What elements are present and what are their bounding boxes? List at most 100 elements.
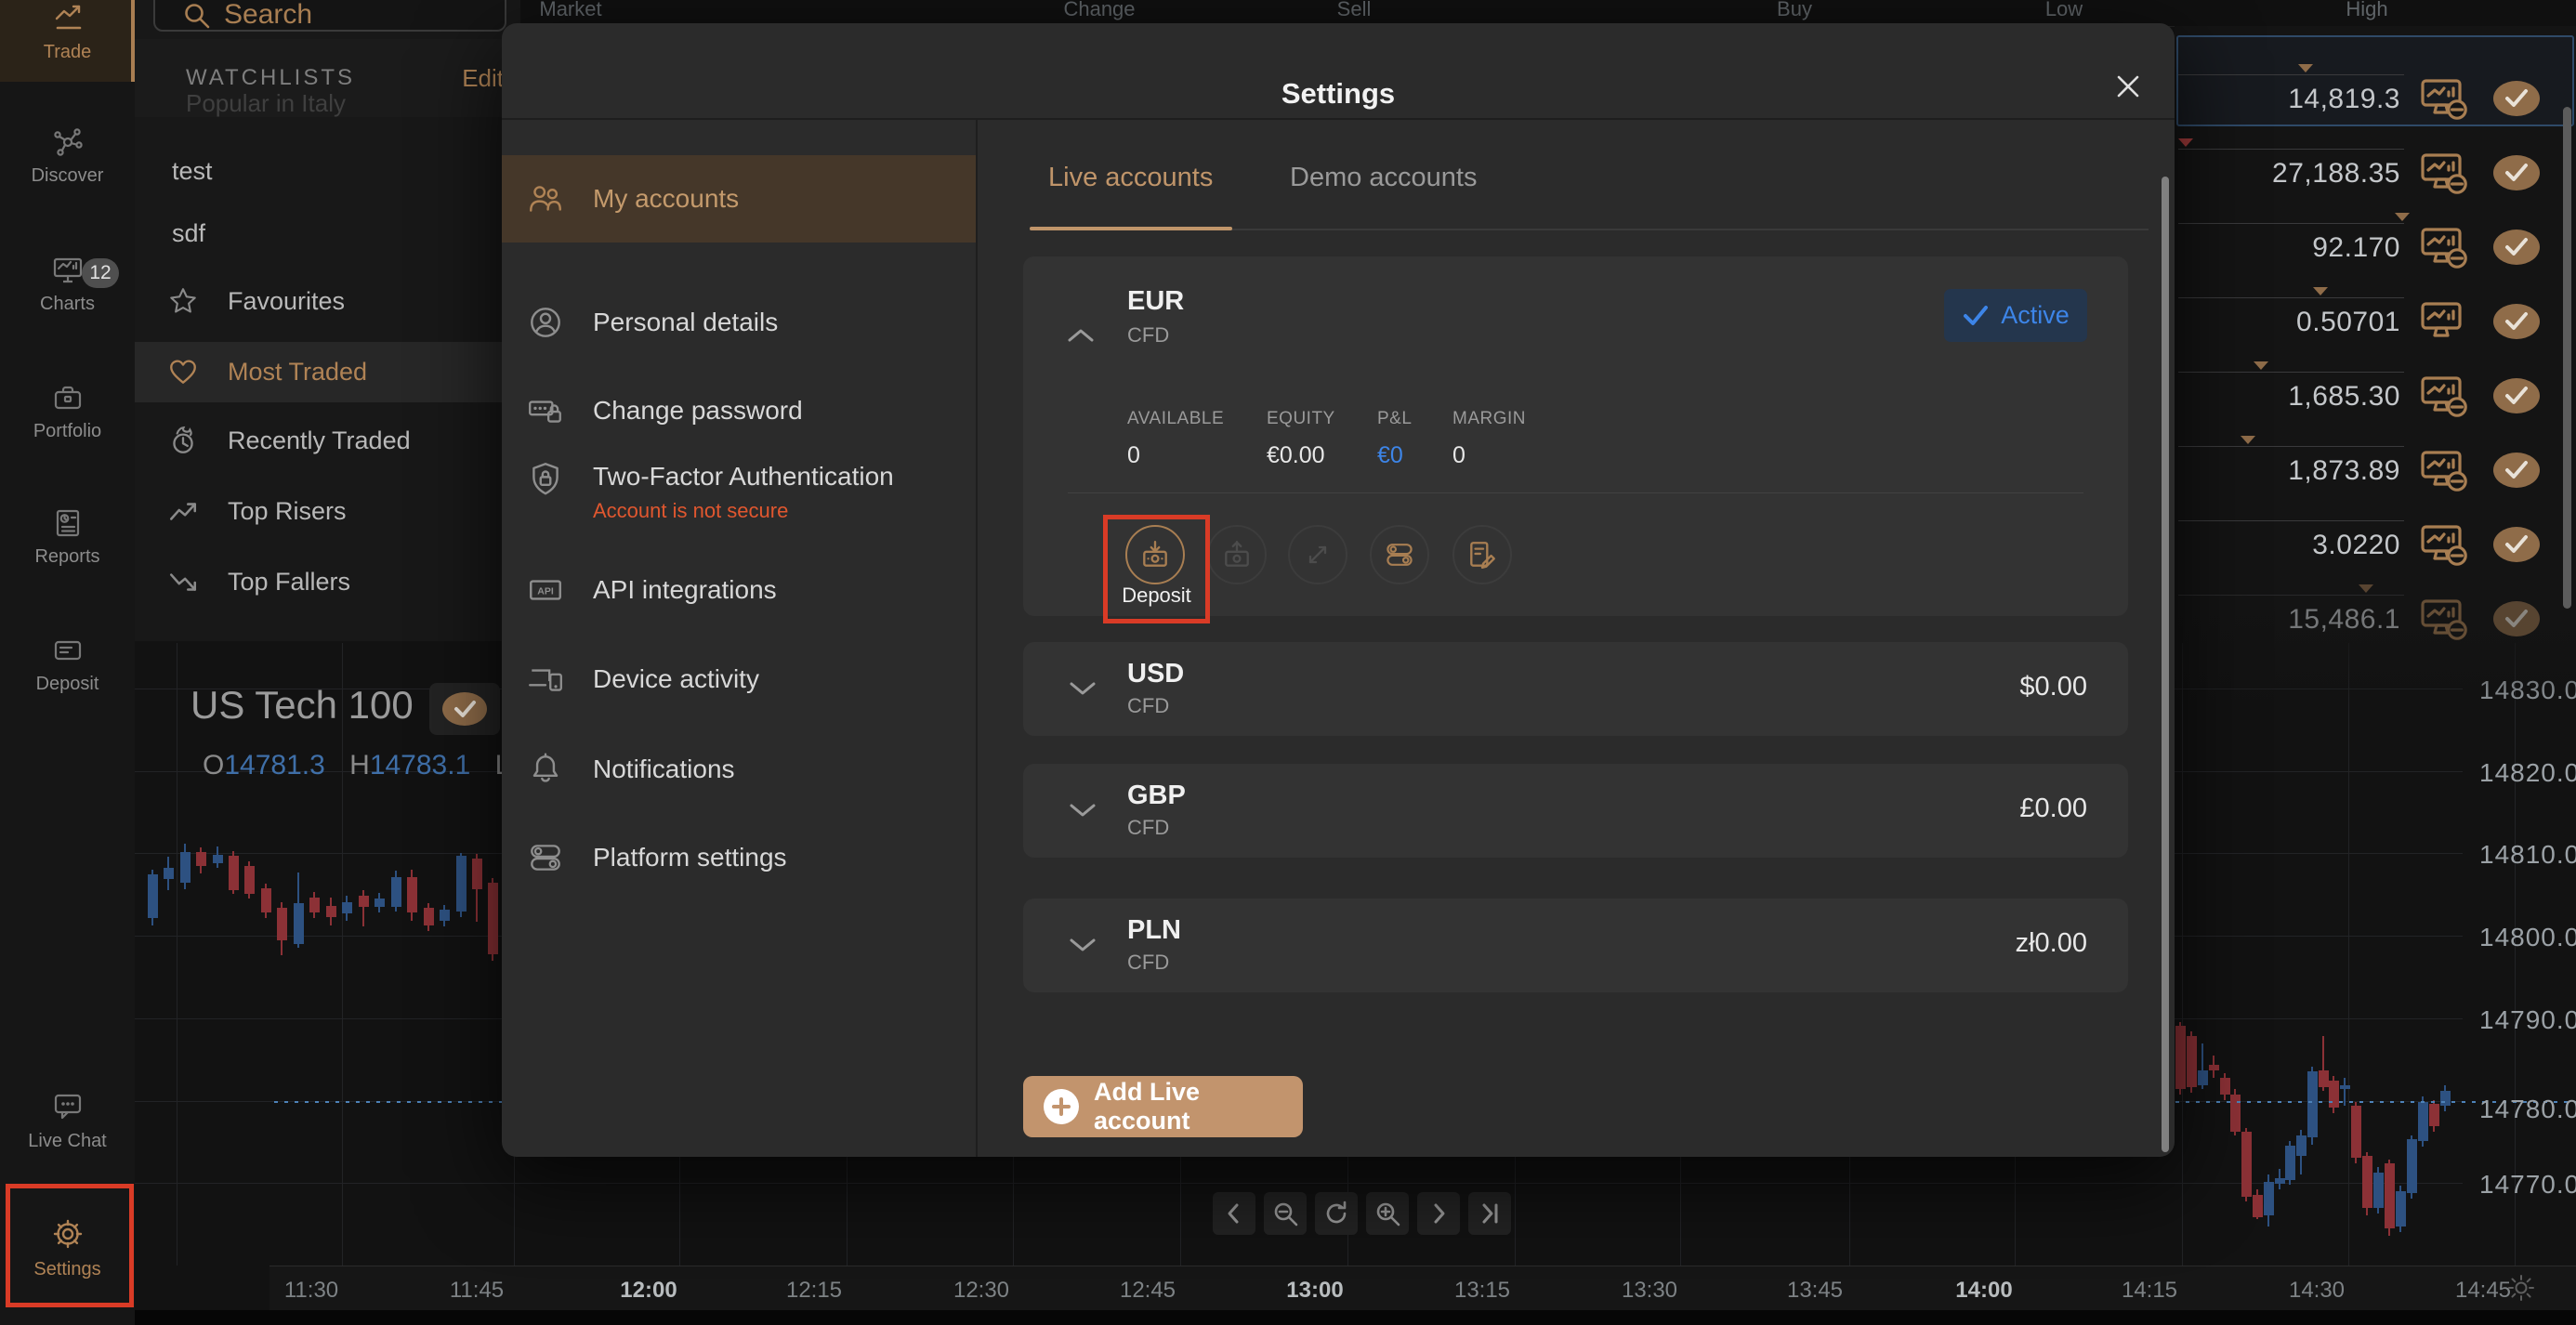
time-axis[interactable]: 11:30 11:45 12:00 12:15 12:30 12:45 13:00 13:15…	[269, 1266, 2576, 1311]
pan-left-button[interactable]	[1213, 1192, 1255, 1235]
zoom-in-button[interactable]	[1366, 1192, 1409, 1235]
jump-to-latest-button[interactable]	[1468, 1192, 1511, 1235]
market-table-row[interactable]: 15,486.1	[2175, 582, 2576, 656]
settings-nav-api-integrations[interactable]: API API integrations	[502, 560, 976, 620]
market-table-row[interactable]: 0.50701	[2175, 284, 2576, 359]
chart-toggle-button[interactable]	[2420, 78, 2470, 121]
watchlist-check-button[interactable]	[2491, 227, 2543, 268]
account-card-gbp[interactable]: GBP CFD £0.00	[1023, 764, 2128, 858]
market-table-scrollbar[interactable]	[2563, 107, 2571, 609]
candle	[2319, 1070, 2329, 1087]
direction-marker-icon	[2395, 213, 2410, 221]
reset-view-button[interactable]	[1315, 1192, 1358, 1235]
zoom-out-button[interactable]	[1264, 1192, 1307, 1235]
search-input[interactable]: Search	[153, 0, 506, 32]
market-table-row[interactable]: 1,873.89	[2175, 433, 2576, 507]
watchlist-check-button[interactable]	[2491, 450, 2543, 491]
time-axis-label: 11:30	[283, 1278, 339, 1303]
monitor-minus-icon	[2421, 376, 2467, 417]
active-status-label: Active	[2001, 301, 2070, 329]
row-separator	[2178, 520, 2404, 521]
watchlists-edit-button[interactable]: Edit	[462, 64, 504, 93]
expand-chevron-down-icon[interactable]	[1067, 936, 1098, 954]
time-axis-label: 14:30	[2288, 1278, 2346, 1303]
api-integrations-icon: API	[526, 571, 565, 610]
modal-close-button[interactable]	[2102, 60, 2154, 112]
change-password-icon	[526, 391, 565, 430]
watchlist-item-label: sdf	[172, 218, 206, 247]
price-axis-label: 14780.0	[2479, 1095, 2576, 1123]
sidebar-item-label: Discover	[31, 165, 104, 186]
chart-toggle-button[interactable]	[2420, 375, 2470, 418]
charts-count-badge: 12	[82, 258, 119, 288]
account-card-pln[interactable]: PLN CFD zł0.00	[1023, 899, 2128, 992]
sidebar-item-label: Portfolio	[33, 421, 102, 441]
watchlist-item-scrolled[interactable]: Popular in Italy	[186, 89, 346, 118]
collapse-chevron-up-icon[interactable]	[1065, 326, 1097, 345]
settings-nav-device-activity[interactable]: Device activity	[502, 649, 976, 709]
sidebar-item-live-chat[interactable]: Live Chat	[0, 1089, 135, 1152]
modal-scrollbar[interactable]	[2162, 177, 2169, 1152]
sidebar-item-label: Trade	[43, 42, 92, 62]
chart-toggle-button[interactable]	[2420, 450, 2470, 492]
high-value: 15,486.1	[2288, 604, 2400, 635]
sidebar-item-deposit[interactable]: Deposit	[0, 634, 135, 695]
watchlist-check-button[interactable]	[2491, 78, 2543, 119]
market-table[interactable]: 14,819.3 27,188.35 92.170 0.50701 1,685.…	[2175, 26, 2576, 714]
market-table-row[interactable]: 92.170	[2175, 210, 2576, 284]
watchlist-check-button[interactable]	[2491, 301, 2543, 342]
statement-action-button[interactable]	[1452, 525, 1512, 584]
table-column-header: Buy	[1777, 0, 1812, 20]
time-axis-label: 12:30	[953, 1278, 1010, 1303]
account-card-usd[interactable]: USD CFD $0.00	[1023, 642, 2128, 736]
add-live-account-button[interactable]: Add Live account	[1023, 1076, 1303, 1137]
watchlist-check-button[interactable]	[2491, 152, 2543, 193]
watchlist-check-button[interactable]	[2491, 375, 2543, 416]
account-toggles-action-button[interactable]	[1370, 525, 1429, 584]
candle	[2396, 1191, 2406, 1227]
market-table-row[interactable]: 3.0220	[2175, 507, 2576, 582]
tab-live-accounts[interactable]: Live accounts	[1048, 163, 1213, 193]
reports-icon	[56, 509, 79, 537]
settings-nav-personal-details[interactable]: Personal details	[502, 293, 976, 352]
expand-chevron-down-icon[interactable]	[1067, 801, 1098, 820]
symbol-watchlist-toggle[interactable]	[429, 683, 500, 735]
chart-toggle-button[interactable]	[2420, 524, 2470, 567]
market-table-row[interactable]: 27,188.35	[2175, 136, 2576, 210]
sidebar-item-discover[interactable]: Discover	[0, 125, 135, 187]
sidebar-item-portfolio[interactable]: Portfolio	[0, 381, 135, 442]
chart-toggle-button[interactable]	[2420, 152, 2470, 195]
transfer-action-button[interactable]	[1288, 525, 1347, 584]
settings-nav-two-factor[interactable]: Two-Factor Authentication Account is not…	[502, 451, 976, 534]
watchlist-item-most-traded[interactable]: Most Traded	[135, 342, 520, 402]
watchlist-check-button[interactable]	[2491, 598, 2543, 639]
settings-nav-notifications[interactable]: Notifications	[502, 740, 976, 799]
watchlist-item-favourites[interactable]: Favourites	[135, 275, 520, 327]
watchlist-item-top-fallers[interactable]: Top Fallers	[135, 556, 520, 608]
watchlist-item-label: Recently Traded	[228, 426, 411, 454]
watchlist-item-test[interactable]: test	[135, 145, 520, 197]
withdraw-action-button[interactable]	[1207, 525, 1267, 584]
chart-toggle-button[interactable]	[2420, 598, 2470, 641]
sidebar-item-reports[interactable]: Reports	[0, 506, 135, 568]
watchlist-check-button[interactable]	[2491, 524, 2543, 565]
pan-right-button[interactable]	[1417, 1192, 1460, 1235]
watchlist-item-sdf[interactable]: sdf	[135, 207, 520, 259]
sidebar-item-trade[interactable]: Trade	[0, 2, 135, 63]
high-value: 1,873.89	[2288, 455, 2400, 486]
market-table-row[interactable]: 14,819.3	[2175, 61, 2576, 136]
settings-nav-my-accounts[interactable]: My accounts	[502, 155, 976, 243]
tab-demo-accounts[interactable]: Demo accounts	[1290, 163, 1478, 193]
settings-nav-platform-settings[interactable]: Platform settings	[502, 828, 976, 887]
close-icon	[2117, 75, 2139, 98]
settings-nav-change-password[interactable]: Change password	[502, 381, 976, 440]
candle	[2407, 1139, 2417, 1193]
market-table-row[interactable]: 1,685.30	[2175, 359, 2576, 433]
watchlist-item-top-risers[interactable]: Top Risers	[135, 485, 520, 537]
chart-toggle-button[interactable]	[2420, 301, 2470, 344]
modal-header-divider	[502, 118, 2175, 120]
watchlist-item-recently-traded[interactable]: Recently Traded	[135, 414, 520, 466]
chart-toggle-button[interactable]	[2420, 227, 2470, 269]
axis-settings-sun-icon[interactable]	[2507, 1274, 2535, 1302]
expand-chevron-down-icon[interactable]	[1067, 679, 1098, 698]
